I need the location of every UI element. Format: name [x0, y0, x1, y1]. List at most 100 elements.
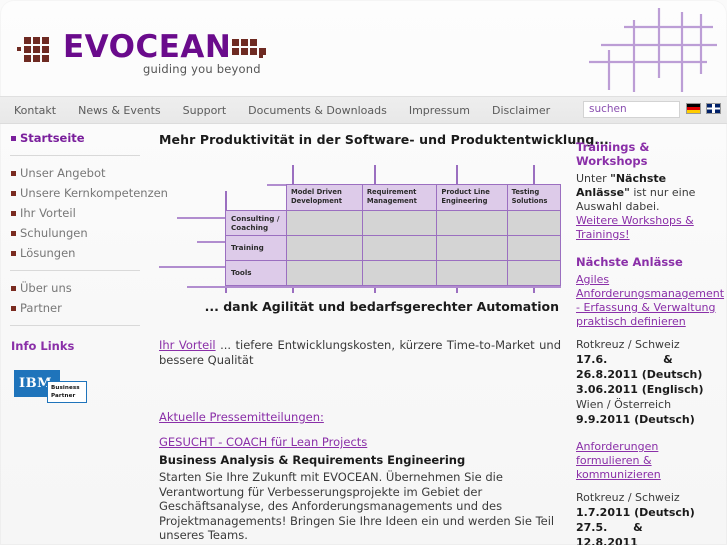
event-2-date-1: 1.7.2011 (Deutsch) [576, 506, 695, 519]
sidebar-item-kernkompetenzen[interactable]: Unsere Kernkompetenzen [0, 183, 168, 203]
event-1-date-4: 9.9.2011 (Deutsch) [576, 413, 695, 426]
event-2-place-1: Rotkreuz / Schweiz [576, 491, 680, 504]
sidebar-item-label: Startseite [20, 131, 85, 145]
matrix-row: Tools [225, 260, 562, 286]
page-subtitle: ... dank Agilität und bedarfsgerechter A… [204, 299, 559, 314]
page-frame: EVOCEAN guiding you beyond Kontakt News … [0, 0, 727, 545]
matrix-cell [436, 210, 508, 236]
event-1-date-1-value: 17.6. [576, 353, 608, 366]
sidebar-divider-3 [10, 325, 140, 326]
matrix-cell [286, 260, 363, 286]
sidebar-item-label: Lösungen [20, 246, 76, 260]
matrix-col-header-2: Requirement Management [361, 184, 438, 211]
bullet-icon [11, 286, 16, 291]
more-workshops-link[interactable]: Weitere Workshops & Trainings! [576, 214, 721, 242]
search-input[interactable] [583, 101, 680, 118]
matrix-row-header-1: Consulting / Coaching [225, 210, 287, 236]
sidebar-item-loesungen[interactable]: Lösungen [0, 243, 150, 263]
bullet-icon [11, 191, 16, 196]
matrix-col-header-4: Testing Solutions [506, 184, 562, 211]
matrix-row-header-3: Tools [225, 260, 287, 286]
ibm-bp-line1: Business [51, 385, 80, 391]
vorteil-text: ... tiefere Entwicklungskosten, kürzere … [159, 338, 562, 367]
bullet-icon [11, 251, 16, 256]
event-2-date-2-value: 27.5. [576, 521, 608, 534]
sidebar-item-startseite[interactable]: Startseite [0, 128, 150, 148]
sidebar-divider-2 [10, 270, 140, 271]
matrix-row-header-2: Training [225, 235, 287, 261]
evocean-logo[interactable]: EVOCEAN guiding you beyond [17, 29, 267, 77]
matrix-table: Model Driven Development Requirement Man… [225, 184, 562, 286]
ibm-bp-line2: Partner [51, 392, 76, 399]
top-navigation-bar: Kontakt News & Events Support Documents … [0, 96, 727, 124]
capability-matrix-diagram: Model Driven Development Requirement Man… [159, 165, 562, 293]
sidebar-item-unser-angebot[interactable]: Unser Angebot [0, 163, 150, 183]
trainings-intro: Unter "Nächste Anlässe" ist nur eine Aus… [576, 172, 721, 214]
matrix-row: Consulting / Coaching [225, 210, 562, 236]
matrix-col-header-3: Product Line Engineering [436, 184, 508, 211]
matrix-cell [436, 235, 508, 261]
event-1-date-3: 3.06.2011 (Englisch) [576, 383, 704, 396]
event-link-2[interactable]: Anforderungen formulieren & kommuniziere… [576, 440, 721, 482]
trainings-heading: Trainings & Workshops [576, 140, 650, 168]
en-flag-icon[interactable] [706, 103, 721, 114]
nav-item-kontakt[interactable]: Kontakt [14, 104, 56, 117]
right-sidebar: Trainings & Workshops Unter "Nächste Anl… [576, 140, 724, 545]
event-1-date-1-amp: & [663, 353, 673, 366]
ihr-vorteil-link[interactable]: Ihr Vorteil [159, 338, 216, 352]
sidebar-item-partner[interactable]: Partner [0, 298, 150, 318]
press-heading-link[interactable]: Aktuelle Pressemitteilungen: [159, 410, 324, 424]
matrix-cell [286, 235, 363, 261]
matrix-cell [436, 260, 508, 286]
event-1-place-1: Rotkreuz / Schweiz [576, 338, 680, 351]
event-link-1[interactable]: Agiles Anforderungsmanagement - Erfassun… [576, 273, 724, 329]
nav-item-impressum[interactable]: Impressum [409, 104, 470, 117]
sidebar-item-label: Schulungen [20, 226, 88, 240]
matrix-col-header-1: Model Driven Development [286, 184, 363, 211]
nav-item-documents[interactable]: Documents & Downloads [248, 104, 387, 117]
bullet-icon [11, 136, 16, 141]
site-header: EVOCEAN guiding you beyond [0, 0, 727, 96]
naechste-anlaesse-heading: Nächste Anlässe [576, 255, 683, 269]
matrix-cell [506, 210, 562, 236]
sidebar-item-ueber-uns[interactable]: Über uns [0, 278, 150, 298]
sidebar-item-label: Partner [20, 301, 62, 315]
left-sidebar: Startseite Unser Angebot Unsere Kernkomp… [0, 128, 168, 404]
vorteil-paragraph: Ihr Vorteil ... tiefere Entwicklungskost… [159, 338, 561, 368]
logo-tagline: guiding you beyond [143, 62, 261, 76]
matrix-cell [506, 235, 562, 261]
event-2-date-2: 27.5. & 12.8.2011 [576, 520, 721, 545]
sidebar-item-ihr-vorteil[interactable]: Ihr Vorteil [0, 203, 150, 223]
bullet-icon [11, 306, 16, 311]
matrix-cell [506, 260, 562, 286]
logo-wordmark: EVOCEAN [63, 29, 232, 65]
bullet-icon [11, 211, 16, 216]
sidebar-item-schulungen[interactable]: Schulungen [0, 223, 150, 243]
de-flag-icon[interactable] [686, 103, 701, 114]
page-root: EVOCEAN guiding you beyond Kontakt News … [0, 0, 727, 545]
ibm-business-partner-box: Business Partner [47, 381, 87, 403]
ibm-business-partner-logo[interactable]: IBM Business Partner [14, 370, 88, 404]
press-job-title: Business Analysis & Requirements Enginee… [159, 453, 466, 467]
event-1-date-1: 17.6. & [576, 352, 721, 367]
nav-links: Kontakt News & Events Support Documents … [14, 97, 550, 123]
nav-item-disclaimer[interactable]: Disclaimer [492, 104, 550, 117]
sidebar-item-label: Über uns [20, 281, 72, 295]
deco-hline-5 [187, 286, 561, 288]
matrix-cell [361, 260, 438, 286]
nav-item-support[interactable]: Support [183, 104, 226, 117]
page-title: Mehr Produktivität in der Software- und … [159, 132, 609, 147]
matrix-corner-cell [226, 185, 287, 211]
main-content: Mehr Produktivität in der Software- und … [159, 132, 609, 543]
matrix-header-row: Model Driven Development Requirement Man… [226, 184, 562, 211]
matrix-cell [361, 210, 438, 236]
sidebar-item-label: Ihr Vorteil [20, 206, 76, 220]
nav-item-news[interactable]: News & Events [78, 104, 161, 117]
event-1-date-2: 26.8.2011 (Deutsch) [576, 368, 703, 381]
bullet-icon [11, 231, 16, 236]
matrix-cell [361, 235, 438, 261]
press-job-link[interactable]: GESUCHT - COACH für Lean Projects [159, 435, 367, 449]
matrix-row: Training [225, 235, 562, 261]
